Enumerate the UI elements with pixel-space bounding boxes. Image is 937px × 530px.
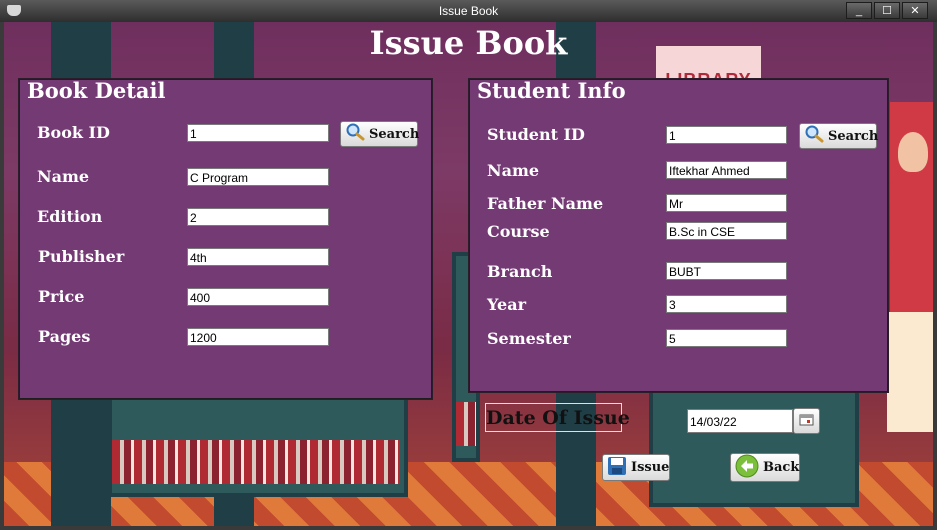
book-detail-legend: Book Detail: [27, 78, 166, 103]
semester-label: Semester: [487, 329, 571, 348]
student-search-label: Search: [828, 128, 879, 144]
book-detail-panel: Book Detail Book ID 1 Search Name C Prog…: [18, 78, 433, 400]
student-info-legend: Student Info: [477, 78, 626, 103]
background-books: [112, 440, 400, 484]
issue-button-label: Issue: [631, 460, 670, 475]
calendar-icon: [799, 413, 814, 430]
semester-input[interactable]: 5: [666, 329, 787, 347]
book-search-label: Search: [369, 126, 420, 142]
branch-label: Branch: [487, 262, 553, 281]
year-input[interactable]: 3: [666, 295, 787, 313]
background-books: [456, 402, 476, 446]
father-name-input[interactable]: Mr: [666, 194, 787, 212]
student-search-button[interactable]: Search: [799, 123, 879, 149]
background-desk: [649, 387, 859, 507]
student-id-label: Student ID: [487, 125, 585, 144]
background-poster: [890, 102, 933, 322]
search-icon: [345, 123, 365, 145]
publisher-label: Publisher: [38, 247, 125, 266]
student-name-label: Name: [487, 161, 540, 180]
publisher-input[interactable]: 4th: [187, 248, 329, 266]
branch-input[interactable]: BUBT: [666, 262, 787, 280]
window-title: Issue Book: [438, 4, 499, 18]
student-info-panel: Student Info Student ID 1 Search Name If…: [468, 78, 889, 393]
close-button[interactable]: ✕: [902, 2, 928, 19]
year-label: Year: [487, 295, 527, 314]
book-search-button[interactable]: Search: [340, 121, 420, 147]
back-button-label: Back: [763, 460, 800, 475]
course-input[interactable]: B.Sc in CSE: [666, 222, 787, 240]
book-name-input[interactable]: C Program: [187, 168, 329, 186]
pages-label: Pages: [38, 327, 91, 346]
book-id-label: Book ID: [37, 123, 110, 142]
father-name-label: Father Name: [487, 194, 604, 213]
book-id-input[interactable]: 1: [187, 124, 329, 142]
background-wall: [887, 312, 933, 432]
search-icon: [804, 125, 824, 147]
price-label: Price: [38, 287, 85, 306]
issue-button[interactable]: Issue: [602, 454, 670, 481]
minimize-button[interactable]: _: [846, 2, 872, 19]
pages-input[interactable]: 1200: [187, 328, 329, 346]
back-button[interactable]: Back: [730, 453, 800, 482]
edition-label: Edition: [37, 207, 103, 226]
book-name-label: Name: [37, 167, 90, 186]
save-icon: [607, 456, 627, 480]
poster-face: [898, 132, 928, 172]
back-arrow-icon: [735, 454, 759, 482]
student-name-input[interactable]: Iftekhar Ahmed: [666, 161, 787, 179]
price-input[interactable]: 400: [187, 288, 329, 306]
course-label: Course: [487, 222, 550, 241]
page-title: Issue Book: [369, 24, 568, 62]
student-id-input[interactable]: 1: [666, 126, 787, 144]
date-picker-button[interactable]: [793, 408, 820, 434]
maximize-button[interactable]: ☐: [874, 2, 900, 19]
date-of-issue-label: Date Of Issue: [485, 403, 630, 432]
date-of-issue-input[interactable]: 14/03/22: [687, 409, 793, 433]
content-area: LIBRARY Issue Book Book Detail Book ID 1…: [4, 22, 933, 526]
window-titlebar: Issue Book _ ☐ ✕: [0, 0, 937, 22]
edition-input[interactable]: 2: [187, 208, 329, 226]
